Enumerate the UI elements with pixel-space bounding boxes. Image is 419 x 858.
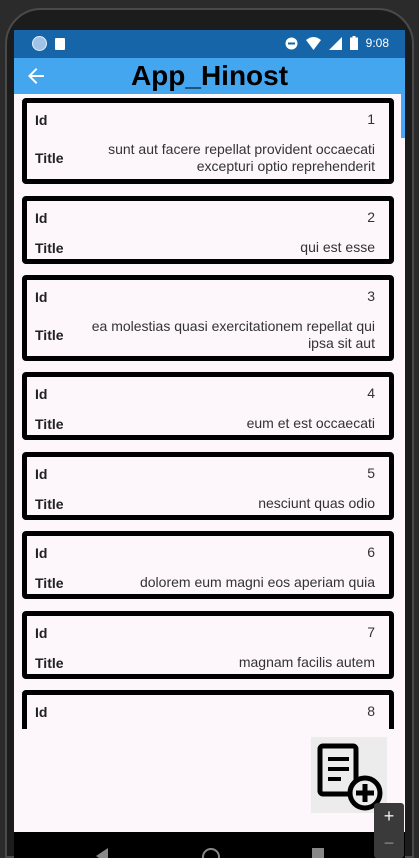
sd-card-icon bbox=[55, 37, 65, 50]
title-value: dolorem eum magni eos aperiam quia bbox=[139, 574, 375, 590]
arrow-left-icon bbox=[28, 68, 44, 84]
emulator-frame: 9:08 App_Hinost Id 1 Title sunt aut face bbox=[0, 0, 419, 858]
zoom-out-button[interactable]: − bbox=[374, 830, 404, 857]
title-value: ea molestias quasi exercitationem repell… bbox=[91, 318, 375, 351]
nav-back-icon[interactable] bbox=[96, 848, 108, 858]
id-label: Id bbox=[35, 111, 48, 128]
id-label: Id bbox=[35, 465, 48, 482]
id-label: Id bbox=[35, 624, 48, 641]
id-value: 8 bbox=[367, 703, 375, 719]
title-label: Title bbox=[35, 415, 64, 432]
id-value: 4 bbox=[367, 385, 375, 401]
add-post-button[interactable] bbox=[311, 737, 387, 813]
nav-recents-icon[interactable] bbox=[312, 848, 324, 858]
title-value: eum et est occaecati bbox=[246, 415, 375, 431]
list-item[interactable]: Id 5 Title nesciunt quas odio bbox=[22, 452, 394, 520]
wifi-icon bbox=[305, 36, 321, 50]
id-label: Id bbox=[35, 703, 48, 720]
title-value: nesciunt quas odio bbox=[258, 495, 375, 511]
system-nav-bar bbox=[14, 832, 405, 858]
list-item[interactable]: Id 8 Title bbox=[22, 690, 394, 729]
title-label: Title bbox=[35, 495, 64, 512]
list-item[interactable]: Id 1 Title sunt aut facere repellat prov… bbox=[22, 98, 394, 184]
id-label: Id bbox=[35, 288, 48, 305]
dnd-icon bbox=[285, 37, 298, 49]
id-value: 1 bbox=[367, 111, 375, 127]
add-document-icon bbox=[317, 743, 383, 811]
phone-screen: 9:08 App_Hinost Id 1 Title sunt aut face bbox=[14, 30, 405, 858]
list-item[interactable]: Id 2 Title qui est esse bbox=[22, 196, 394, 264]
id-value: 3 bbox=[367, 288, 375, 304]
status-bar: 9:08 bbox=[14, 30, 405, 58]
title-value: magnam facilis autem bbox=[238, 654, 375, 670]
id-value: 5 bbox=[367, 465, 375, 481]
title-label: Title bbox=[35, 239, 64, 256]
id-label: Id bbox=[35, 385, 48, 402]
id-value: 6 bbox=[367, 544, 375, 560]
zoom-control: + − bbox=[374, 803, 404, 858]
id-label: Id bbox=[35, 209, 48, 226]
list-item[interactable]: Id 6 Title dolorem eum magni eos aperiam… bbox=[22, 531, 394, 599]
list-item[interactable]: Id 3 Title ea molestias quasi exercitati… bbox=[22, 275, 394, 361]
status-time: 9:08 bbox=[365, 36, 389, 50]
list-item[interactable]: Id 4 Title eum et est occaecati bbox=[22, 372, 394, 440]
signal-icon bbox=[328, 36, 342, 50]
nav-home-icon[interactable] bbox=[202, 848, 220, 858]
title-label: Title bbox=[35, 654, 64, 671]
back-button[interactable] bbox=[24, 64, 48, 88]
post-list[interactable]: Id 1 Title sunt aut facere repellat prov… bbox=[14, 94, 405, 729]
app-bar: App_Hinost bbox=[14, 58, 405, 94]
record-icon bbox=[32, 36, 47, 51]
title-label: Title bbox=[35, 150, 64, 166]
title-value: qui est esse bbox=[300, 239, 375, 255]
id-label: Id bbox=[35, 544, 48, 561]
battery-icon bbox=[349, 36, 358, 50]
id-value: 7 bbox=[367, 624, 375, 640]
title-label: Title bbox=[35, 574, 64, 591]
title-label: Title bbox=[35, 327, 64, 343]
page-title: App_Hinost bbox=[130, 60, 289, 91]
scrollbar[interactable] bbox=[401, 94, 405, 138]
title-value: sunt aut facere repellat provident occae… bbox=[108, 141, 375, 174]
zoom-in-button[interactable]: + bbox=[374, 803, 404, 830]
id-value: 2 bbox=[367, 209, 375, 225]
list-item[interactable]: Id 7 Title magnam facilis autem bbox=[22, 611, 394, 679]
